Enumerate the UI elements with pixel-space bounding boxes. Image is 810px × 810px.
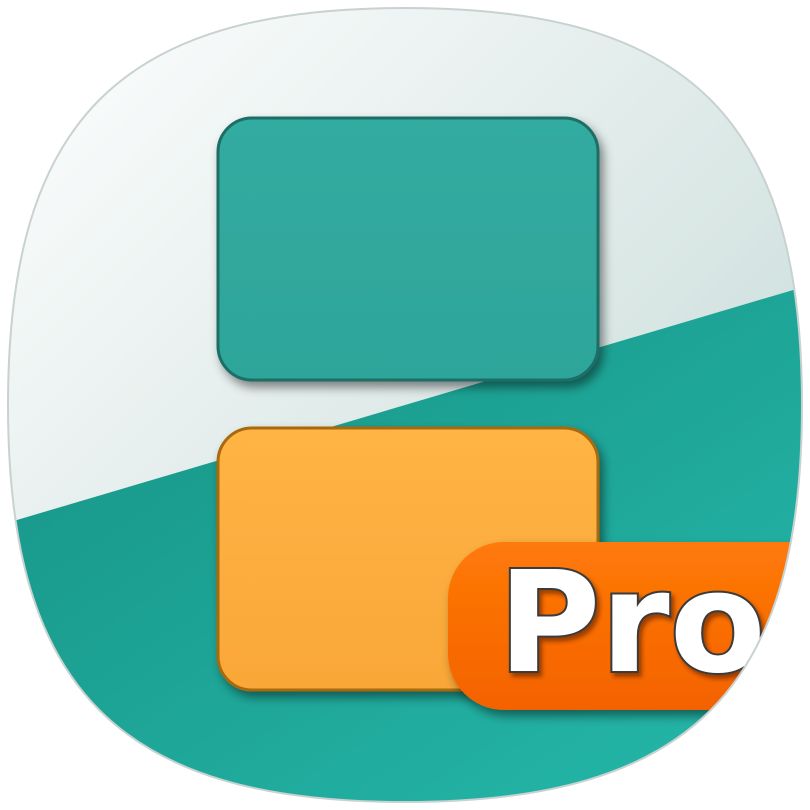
top-screen-icon: [216, 116, 600, 382]
app-icon: Pro: [6, 6, 804, 804]
pro-badge-label: Pro: [498, 542, 766, 705]
pro-badge-icon: Pro: [448, 540, 802, 710]
app-icon-canvas: Pro: [0, 0, 810, 810]
icon-squircle: Pro: [8, 8, 802, 802]
